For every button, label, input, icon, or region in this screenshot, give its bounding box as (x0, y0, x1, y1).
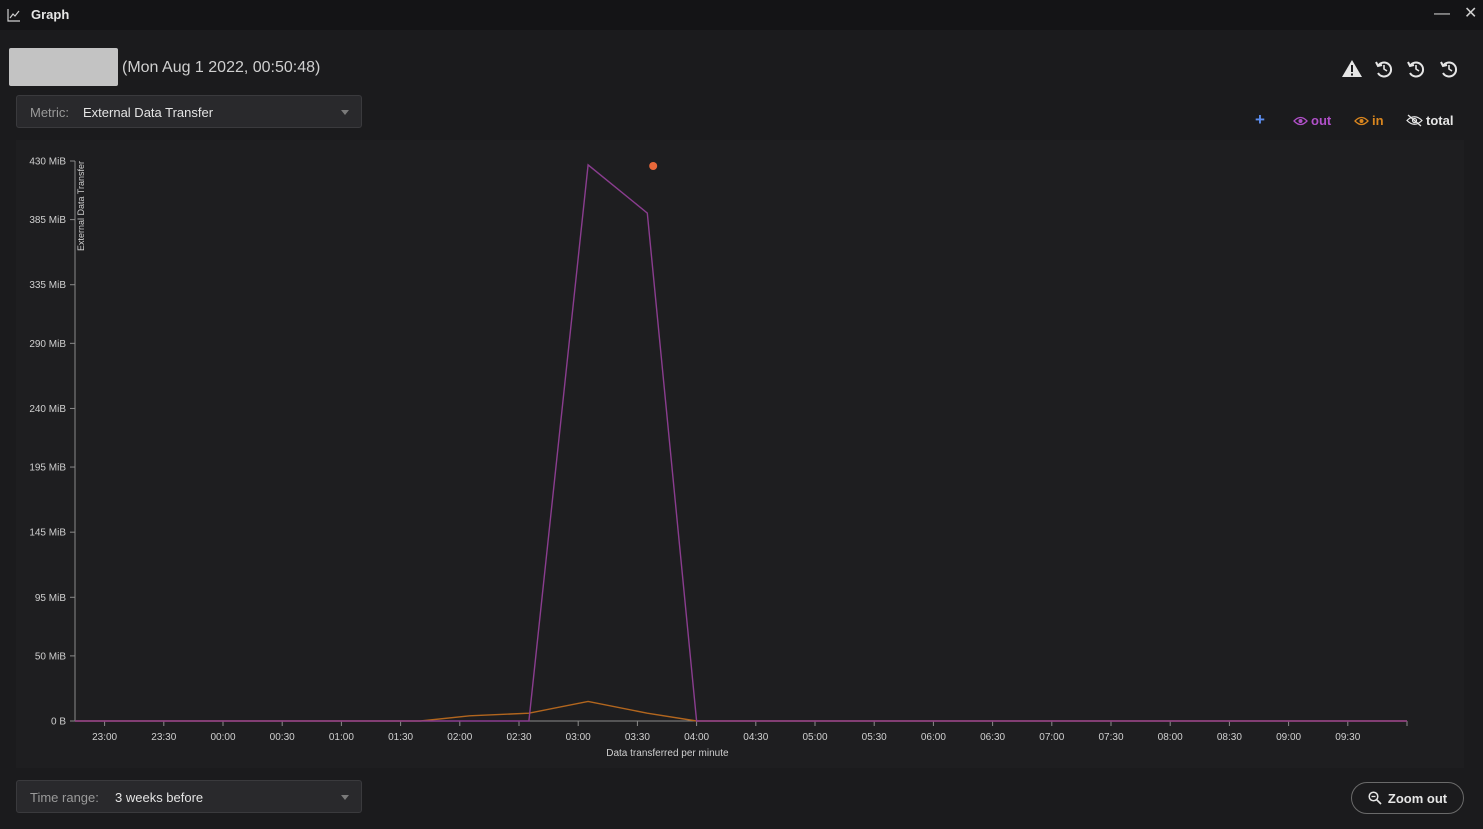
x-tick-label: 08:00 (1158, 732, 1183, 743)
x-tick-label: 01:30 (388, 732, 413, 743)
warning-icon[interactable] (1341, 58, 1363, 80)
x-tick-label: 09:30 (1335, 732, 1360, 743)
history-icon[interactable] (1405, 58, 1427, 80)
y-axis-label: External Data Transfer (76, 161, 86, 251)
x-tick-label: 05:30 (862, 732, 887, 743)
x-tick-label: 04:30 (743, 732, 768, 743)
history-icon[interactable] (1373, 58, 1395, 80)
chevron-down-icon (341, 795, 349, 800)
time-range-dropdown[interactable]: Time range: 3 weeks before (16, 780, 362, 813)
x-tick-label: 00:00 (210, 732, 235, 743)
minimize-button[interactable]: — (1434, 4, 1450, 24)
x-tick-label: 04:00 (684, 732, 709, 743)
chart-icon (7, 9, 20, 22)
metric-dropdown[interactable]: Metric: External Data Transfer (16, 95, 362, 128)
legend-label-in: in (1372, 113, 1384, 128)
metric-label: Metric: (30, 105, 69, 120)
legend-item-total[interactable]: total (1406, 113, 1453, 128)
legend-label-out: out (1311, 113, 1332, 128)
series-line-out (75, 163, 1407, 722)
x-tick-label: 00:30 (270, 732, 295, 743)
x-tick-label: 03:30 (625, 732, 650, 743)
x-tick-label: 01:00 (329, 732, 354, 743)
y-tick-label: 290 MiB (29, 339, 66, 350)
legend-label-total: total (1426, 113, 1454, 128)
event-marker (649, 162, 658, 170)
redacted-entity-name (9, 48, 118, 86)
zoom-out-label: Zoom out (1387, 790, 1448, 806)
y-tick-label: 335 MiB (29, 280, 66, 291)
time-range-label: Time range: (30, 790, 99, 805)
x-tick-label: 05:00 (802, 732, 827, 743)
x-axis-label: Data transferred per minute (606, 748, 729, 759)
title-bar: Graph — ✕ (0, 0, 1483, 30)
chart-panel: 0 B 50 MiB 95 MiB 145 MiB 195 MiB 240 MiB 290 … (16, 140, 1464, 768)
timestamp: (Mon Aug 1 2022, 00:50:48) (122, 59, 321, 76)
metric-value: External Data Transfer (83, 105, 214, 120)
x-tick-label: 07:00 (1039, 732, 1064, 743)
y-tick-label: 195 MiB (29, 463, 66, 474)
chevron-down-icon (341, 110, 349, 115)
window-title: Graph (31, 7, 70, 22)
y-tick-label: 50 MiB (35, 651, 66, 662)
eye-off-icon (1406, 114, 1423, 127)
x-tick-label: 23:30 (151, 732, 176, 743)
eye-icon (1293, 116, 1308, 125)
zoom-out-icon (1368, 791, 1382, 805)
y-tick-label: 430 MiB (29, 157, 66, 168)
time-range-value: 3 weeks before (115, 790, 204, 805)
x-tick-label: 07:30 (1098, 732, 1123, 743)
x-tick-label: 03:00 (566, 732, 591, 743)
y-tick-label: 145 MiB (29, 528, 66, 539)
close-button[interactable]: ✕ (1464, 4, 1477, 24)
line-chart[interactable]: 0 B 50 MiB 95 MiB 145 MiB 195 MiB 240 MiB 290 … (16, 140, 1464, 768)
y-tick-label: 385 MiB (29, 215, 66, 226)
y-tick-label: 240 MiB (29, 404, 66, 415)
x-tick-label: 08:30 (1217, 732, 1242, 743)
zoom-out-button[interactable]: Zoom out (1351, 782, 1464, 814)
series-line-in (75, 700, 1407, 722)
x-tick-label: 06:00 (921, 732, 946, 743)
y-tick-label: 0 B (51, 717, 66, 728)
x-tick-label: 02:00 (447, 732, 472, 743)
legend-item-in[interactable]: in (1354, 113, 1384, 128)
eye-icon (1354, 116, 1369, 125)
history-icon[interactable] (1438, 58, 1460, 80)
x-tick-label: 02:30 (506, 732, 531, 743)
legend-item-out[interactable]: out (1293, 113, 1331, 128)
add-series-button[interactable]: + (1255, 110, 1265, 130)
x-tick-label: 23:00 (92, 732, 117, 743)
x-tick-label: 06:30 (980, 732, 1005, 743)
y-tick-label: 95 MiB (35, 593, 66, 604)
x-tick-label: 09:00 (1276, 732, 1301, 743)
